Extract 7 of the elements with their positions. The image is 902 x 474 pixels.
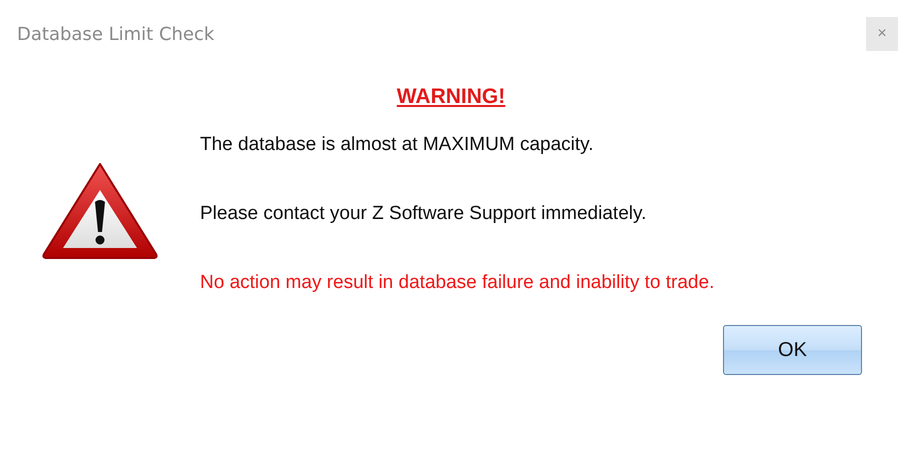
- message-text: The database is almost at MAXIMUM capacity.: [200, 133, 595, 157]
- window-title: Database Limit Check: [17, 24, 214, 44]
- warning-icon: [40, 160, 160, 260]
- ok-button[interactable]: OK: [723, 325, 862, 375]
- message-text: Please contact your Z Software Support immediately.: [200, 202, 648, 226]
- warning-message: No action may result in database failure and inability to trade.: [200, 271, 714, 295]
- warning-heading: WARNING!: [396, 85, 506, 109]
